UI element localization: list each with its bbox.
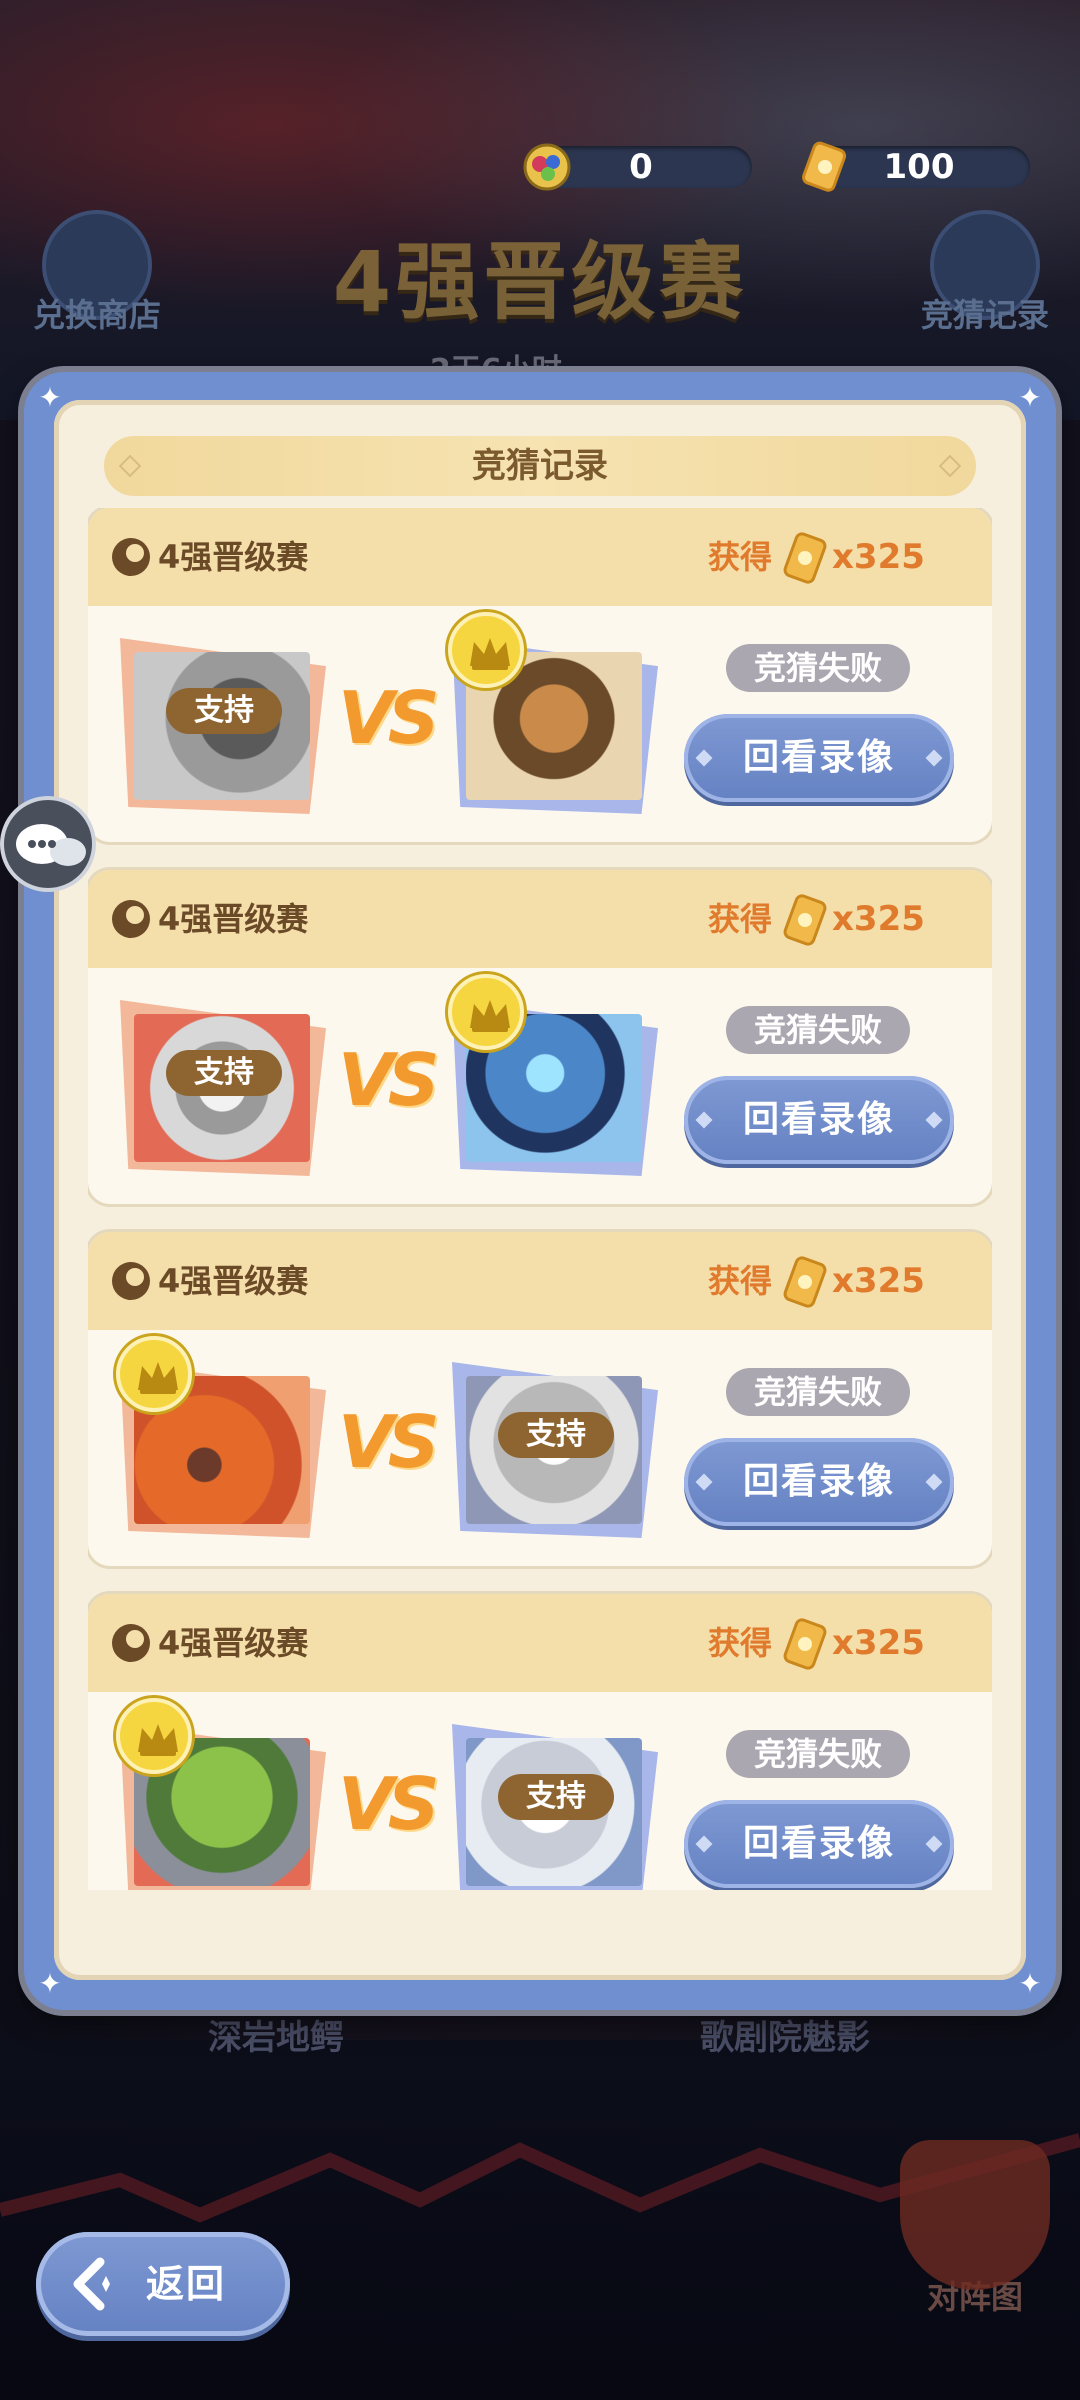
chat-button[interactable]: [0, 796, 96, 892]
gain-amount: x325: [832, 1261, 925, 1301]
round-name: 4强晋级赛: [158, 1262, 309, 1300]
round-moon-icon: [112, 1262, 150, 1300]
gain-label: 获得: [708, 900, 773, 938]
winner-crown-icon: [116, 1336, 192, 1412]
replay-button[interactable]: 回看录像: [684, 714, 954, 802]
support-badge: 支持: [166, 688, 282, 734]
gem-counter: 0: [523, 143, 752, 191]
round-moon-icon: [112, 900, 150, 938]
record-card: 4强晋级赛 获得 x325 VS 支持 竞猜失败回看录像: [88, 1594, 992, 1890]
replay-label: 回看录像: [742, 1099, 895, 1140]
lower-right-name: 歌剧院魅影: [700, 2018, 870, 2058]
exchange-shop-button[interactable]: 兑换商店: [12, 210, 182, 336]
battle-map-button[interactable]: 对阵图: [890, 2140, 1060, 2340]
guess-record-modal: ✦ ✦ ✦ ✦ 竞猜记录 4强晋级赛 获得 x325 VS 支持 竞猜失败 回看录像 4强晋级…: [24, 372, 1056, 2010]
modal-header: 竞猜记录: [104, 436, 976, 496]
gain-amount: x325: [832, 537, 925, 577]
gain-amount: x325: [832, 899, 925, 939]
record-header: 4强晋级赛 获得 x325: [88, 870, 992, 968]
guess-result-badge: 竞猜失败: [726, 1368, 910, 1416]
corner-star-icon: ✦: [38, 1967, 62, 2000]
record-card: 4强晋级赛 获得 x325 VS 支持 竞猜失败回看录像: [88, 508, 992, 842]
winner-crown-icon: [448, 612, 524, 688]
replay-button[interactable]: 回看录像: [684, 1800, 954, 1888]
diamond-ornament-icon: [695, 1111, 713, 1129]
round-name: 4强晋级赛: [158, 1624, 309, 1662]
crossed-swords-icon: [900, 2140, 1050, 2290]
replay-button[interactable]: 回看录像: [684, 1438, 954, 1526]
guess-record-button[interactable]: 竞猜记录: [900, 210, 1070, 336]
back-button[interactable]: 返回: [36, 2232, 290, 2336]
diamond-ornament-icon: [695, 1835, 713, 1853]
record-header: 4强晋级赛 获得 x325: [88, 508, 992, 606]
replay-button[interactable]: 回看录像: [684, 1076, 954, 1164]
guess-result-badge: 竞猜失败: [726, 1730, 910, 1778]
lower-left-name: 深岩地鳄: [208, 2018, 344, 2058]
winner-crown-icon: [116, 1698, 192, 1774]
gain-amount: x325: [832, 1623, 925, 1663]
vs-label: VS: [338, 1400, 440, 1484]
modal-title: 竞猜记录: [472, 446, 608, 486]
vs-label: VS: [338, 676, 440, 760]
gem-value: 0: [629, 147, 653, 187]
gain-label: 获得: [708, 538, 773, 576]
support-badge: 支持: [166, 1050, 282, 1096]
vs-label: VS: [338, 1762, 440, 1846]
gain-label: 获得: [708, 1624, 773, 1662]
diamond-ornament-icon: [925, 749, 943, 767]
record-card: 4强晋级赛 获得 x325 VS 支持 竞猜失败回看录像: [88, 1232, 992, 1566]
ticket-icon: [782, 532, 828, 584]
diamond-ornament-icon: [925, 1473, 943, 1491]
diamond-ornament-icon: [925, 1835, 943, 1853]
diamond-ornament-icon: [695, 1473, 713, 1491]
ticket-icon: [782, 1256, 828, 1308]
support-badge: 支持: [498, 1774, 614, 1820]
back-arrow-icon: [73, 2257, 110, 2311]
record-list[interactable]: 4强晋级赛 获得 x325 VS 支持 竞猜失败 回看录像 4强晋级赛 获得 x325 VS 支持 竞猜…: [88, 508, 992, 1890]
replay-label: 回看录像: [742, 1461, 895, 1502]
guess-record-label: 竞猜记录: [920, 296, 1049, 334]
ticket-value: 100: [883, 147, 955, 187]
record-card: 4强晋级赛 获得 x325 VS 支持 竞猜失败回看录像: [88, 870, 992, 1204]
replay-label: 回看录像: [742, 737, 895, 778]
support-badge: 支持: [498, 1412, 614, 1458]
round-moon-icon: [112, 1624, 150, 1662]
vs-label: VS: [338, 1038, 440, 1122]
guess-result-badge: 竞猜失败: [726, 644, 910, 692]
corner-star-icon: ✦: [1018, 1967, 1042, 2000]
record-header: 4强晋级赛 获得 x325: [88, 1232, 992, 1330]
round-moon-icon: [112, 538, 150, 576]
winner-crown-icon: [448, 974, 524, 1050]
gain-label: 获得: [708, 1262, 773, 1300]
record-header: 4强晋级赛 获得 x325: [88, 1594, 992, 1692]
exchange-shop-label: 兑换商店: [32, 296, 161, 334]
diamond-ornament-icon: [925, 1111, 943, 1129]
corner-star-icon: ✦: [1018, 381, 1042, 414]
ticket-counter: 100: [802, 141, 1030, 192]
diamond-ornament-icon: [695, 749, 713, 767]
replay-label: 回看录像: [742, 1823, 895, 1864]
guess-result-badge: 竞猜失败: [726, 1006, 910, 1054]
chat-bubble-icon: [16, 824, 86, 866]
ticket-icon: [782, 1618, 828, 1670]
back-label: 返回: [146, 2262, 227, 2306]
modal-content: 竞猜记录 4强晋级赛 获得 x325 VS 支持 竞猜失败 回看录像 4强晋级赛 获得 x325 V…: [54, 400, 1026, 1980]
round-name: 4强晋级赛: [158, 538, 309, 576]
round-name: 4强晋级赛: [158, 900, 309, 938]
ticket-icon: [782, 894, 828, 946]
